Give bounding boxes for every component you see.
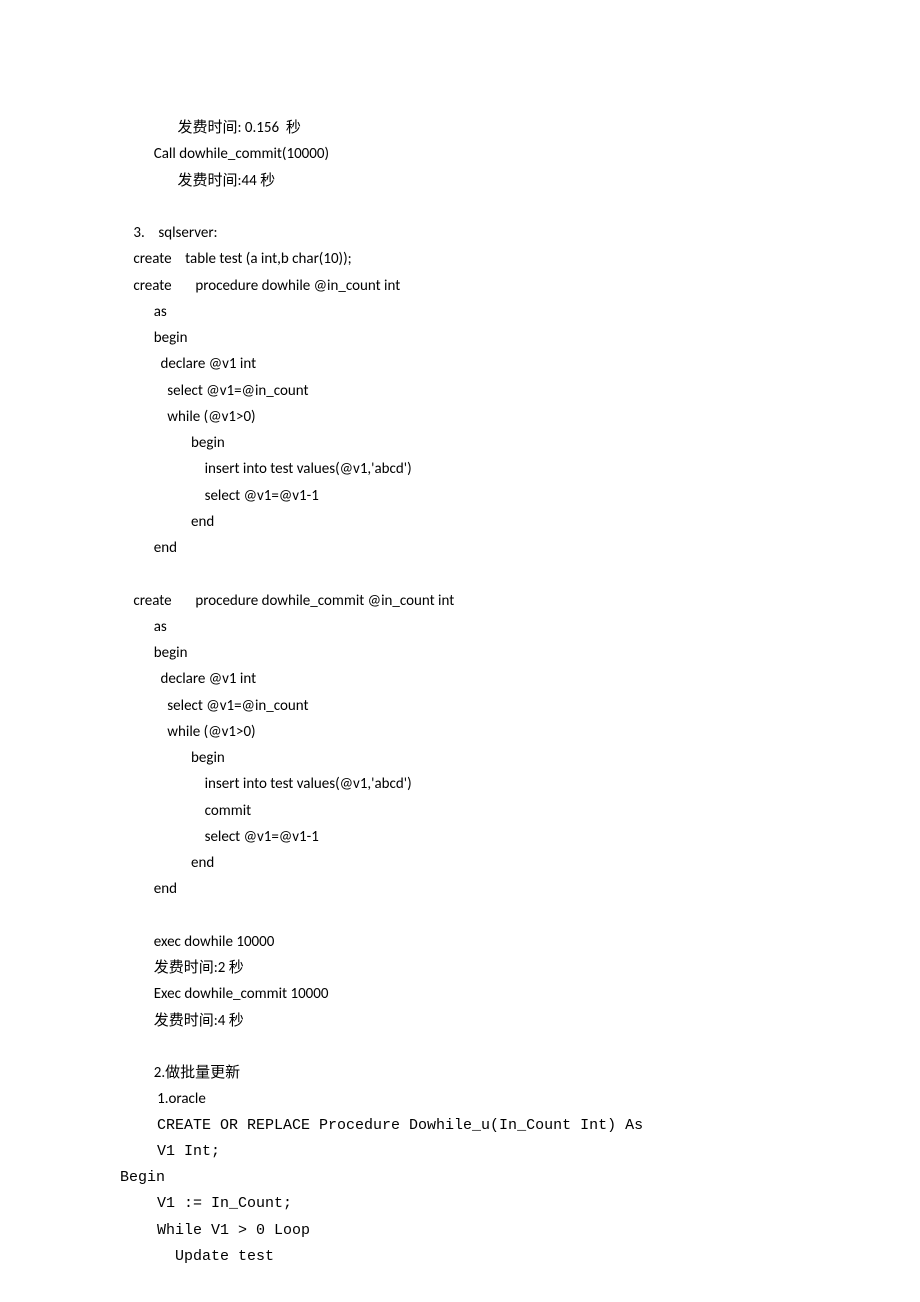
code-line: create procedure dowhile_commit @in_coun… <box>130 588 920 614</box>
code-line: begin <box>130 640 920 666</box>
code-line: begin <box>130 745 920 771</box>
code-line: 发费时间: 0.156 秒 <box>130 115 920 141</box>
code-line: Update test <box>130 1244 920 1270</box>
code-line: declare @v1 int <box>130 351 920 377</box>
code-line: while (@v1>0) <box>130 404 920 430</box>
code-line: as <box>130 299 920 325</box>
code-line: CREATE OR REPLACE Procedure Dowhile_u(In… <box>130 1113 920 1139</box>
code-line: create table test (a int,b char(10)); <box>130 246 920 272</box>
code-line: 2.做批量更新 <box>130 1060 920 1086</box>
code-line: While V1 > 0 Loop <box>130 1218 920 1244</box>
code-line: 3. sqlserver: <box>130 220 920 246</box>
code-line <box>130 194 920 220</box>
code-line: end <box>130 509 920 535</box>
code-line: 发费时间:2 秒 <box>130 955 920 981</box>
code-line: insert into test values(@v1,'abcd') <box>130 771 920 797</box>
code-line: while (@v1>0) <box>130 719 920 745</box>
document-content: 发费时间: 0.156 秒 Call dowhile_commit(10000)… <box>0 115 920 1270</box>
code-line: Exec dowhile_commit 10000 <box>130 981 920 1007</box>
code-line: end <box>130 850 920 876</box>
code-line: end <box>130 876 920 902</box>
code-line: 发费时间:44 秒 <box>130 168 920 194</box>
code-line: Call dowhile_commit(10000) <box>130 141 920 167</box>
code-line: select @v1=@in_count <box>130 378 920 404</box>
code-line: begin <box>130 325 920 351</box>
code-line: V1 := In_Count; <box>130 1191 920 1217</box>
code-line <box>130 1034 920 1060</box>
code-line: 1.oracle <box>130 1086 920 1112</box>
code-line: create procedure dowhile @in_count int <box>130 273 920 299</box>
code-line: insert into test values(@v1,'abcd') <box>130 456 920 482</box>
code-line: declare @v1 int <box>130 666 920 692</box>
code-line <box>130 561 920 587</box>
code-line: begin <box>130 430 920 456</box>
code-line: select @v1=@in_count <box>130 693 920 719</box>
code-line: as <box>130 614 920 640</box>
code-line: 发费时间:4 秒 <box>130 1008 920 1034</box>
code-line: select @v1=@v1-1 <box>130 483 920 509</box>
code-line: select @v1=@v1-1 <box>130 824 920 850</box>
code-line: end <box>130 535 920 561</box>
code-line: exec dowhile 10000 <box>130 929 920 955</box>
code-line: Begin <box>120 1165 920 1191</box>
code-line: commit <box>130 798 920 824</box>
code-line <box>130 903 920 929</box>
code-line: V1 Int; <box>130 1139 920 1165</box>
